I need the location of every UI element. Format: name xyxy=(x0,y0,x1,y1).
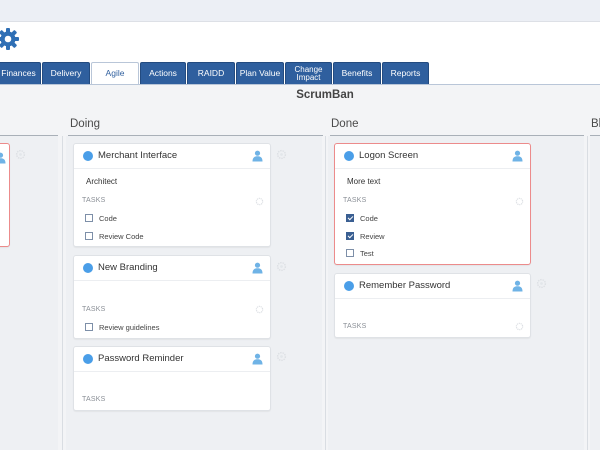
task-label: Code xyxy=(99,213,117,223)
card-new-branding[interactable]: New Branding TASKS Review guidelines xyxy=(73,255,271,339)
tab-plan-value[interactable]: Plan Value xyxy=(236,62,284,84)
status-dot xyxy=(344,281,354,291)
card-title[interactable]: Logon Screen xyxy=(359,150,418,161)
task-checkbox-checked[interactable] xyxy=(346,232,354,240)
card-description: Architect xyxy=(86,177,118,186)
user-icon[interactable] xyxy=(512,150,523,162)
gear-icon[interactable] xyxy=(255,197,264,206)
tasks-label: TASKS xyxy=(343,197,367,204)
gear-icon[interactable] xyxy=(515,322,524,331)
card-header: Remember Password xyxy=(335,274,530,299)
top-bar xyxy=(0,0,600,22)
task-checkbox[interactable] xyxy=(85,214,93,222)
task-checkbox[interactable] xyxy=(85,323,93,331)
tab-agile[interactable]: Agile xyxy=(91,62,139,85)
card-description: More text xyxy=(347,177,381,186)
card-password-reminder[interactable]: Password Reminder TASKS xyxy=(73,346,271,411)
card-header: New Branding xyxy=(74,256,270,281)
tab-finances[interactable]: Finances xyxy=(0,62,41,84)
task-label: Review guidelines xyxy=(99,322,160,332)
tab-raidd[interactable]: RAIDD xyxy=(187,62,235,84)
task-item[interactable]: Code xyxy=(346,213,378,223)
column-underline xyxy=(0,135,58,136)
card-remember-password[interactable]: Remember Password TASKS xyxy=(334,273,531,338)
gear-icon[interactable] xyxy=(276,351,287,362)
card-title[interactable]: New Branding xyxy=(98,262,158,273)
user-icon[interactable] xyxy=(252,150,263,162)
task-item[interactable]: Review Code xyxy=(85,231,144,241)
tasks-label: TASKS xyxy=(82,306,106,313)
user-icon[interactable] xyxy=(0,152,6,164)
board-title: ScrumBan xyxy=(296,89,354,101)
gear-icon[interactable] xyxy=(0,27,20,51)
user-icon[interactable] xyxy=(252,262,263,274)
column-separator xyxy=(62,136,63,450)
card-title[interactable]: Merchant Interface xyxy=(98,150,177,161)
card-title[interactable]: Password Reminder xyxy=(98,353,184,364)
tab-reports[interactable]: Reports xyxy=(382,62,429,84)
gear-icon[interactable] xyxy=(255,305,264,314)
tasks-label: TASKS xyxy=(82,396,106,403)
column-separator xyxy=(587,136,588,450)
gear-icon[interactable] xyxy=(276,149,287,160)
tab-actions[interactable]: Actions xyxy=(140,62,186,84)
task-item[interactable]: Test xyxy=(346,248,374,258)
task-label: Review Code xyxy=(99,231,144,241)
gear-icon[interactable] xyxy=(276,261,287,272)
status-dot xyxy=(83,151,93,161)
column-bg-next xyxy=(590,136,600,450)
tab-benefits[interactable]: Benefits xyxy=(333,62,381,84)
column-underline xyxy=(68,135,323,136)
column-underline xyxy=(590,135,600,136)
task-checkbox[interactable] xyxy=(346,249,354,257)
task-checkbox[interactable] xyxy=(85,232,93,240)
task-item[interactable]: Review guidelines xyxy=(85,322,159,332)
tab-delivery[interactable]: Delivery xyxy=(42,62,90,84)
user-icon[interactable] xyxy=(512,280,523,292)
task-label: Test xyxy=(360,248,374,258)
gear-icon[interactable] xyxy=(515,197,524,206)
tab-change-impact[interactable]: Change Impact xyxy=(285,62,332,84)
task-label: Code xyxy=(360,213,378,223)
status-dot xyxy=(83,263,93,273)
column-underline xyxy=(330,135,584,136)
card-merchant-interface[interactable]: Merchant Interface Architect TASKS Code … xyxy=(73,143,271,247)
card-header: Merchant Interface xyxy=(74,144,270,169)
task-label: Review xyxy=(360,231,385,241)
status-dot xyxy=(344,151,354,161)
column-header-next: Bl xyxy=(591,118,600,130)
gear-icon[interactable] xyxy=(15,149,26,160)
card-title[interactable]: Remember Password xyxy=(359,280,450,291)
task-item[interactable]: Code xyxy=(85,213,117,223)
task-item[interactable]: Review xyxy=(346,231,385,241)
gear-icon[interactable] xyxy=(536,278,547,289)
card-partial[interactable] xyxy=(0,143,10,247)
card-header: Password Reminder xyxy=(74,347,270,372)
task-checkbox-checked[interactable] xyxy=(346,214,354,222)
tasks-label: TASKS xyxy=(343,323,367,330)
status-dot xyxy=(83,354,93,364)
tab-change-impact-label: Change Impact xyxy=(294,64,323,82)
column-header-done: Done xyxy=(331,118,359,130)
column-separator xyxy=(325,136,326,450)
card-logon-screen[interactable]: Logon Screen More text TASKS Code Review… xyxy=(334,143,531,265)
card-header: Logon Screen xyxy=(335,144,530,169)
user-icon[interactable] xyxy=(252,353,263,365)
column-header-doing: Doing xyxy=(70,118,101,130)
tasks-label: TASKS xyxy=(82,197,106,204)
